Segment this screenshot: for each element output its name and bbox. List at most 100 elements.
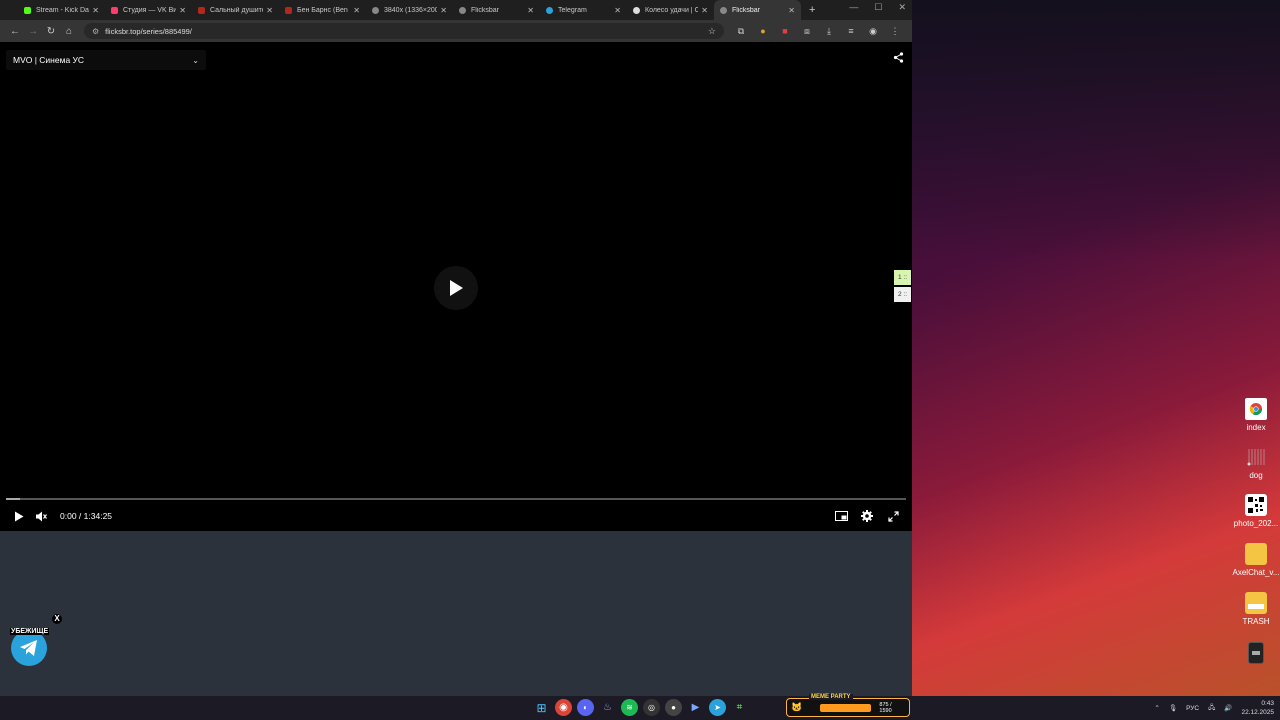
clock-time: 0:43 (1261, 700, 1274, 707)
extension-2-icon[interactable]: ■ (774, 26, 796, 36)
video-player[interactable]: MVO | Синема УС ⌄ 1 :: 2 :: 0:00 / 1:34:… (0, 42, 912, 531)
desktop-icon-archive[interactable] (1226, 642, 1280, 667)
chevron-up-icon[interactable]: ⌃ (1154, 704, 1159, 712)
desktop-icon-trash[interactable]: TRASH (1226, 592, 1280, 626)
browser-toolbar: ← → ↻ ⌂ ⚙ flicksbr.top/series/885499/ ☆ … (0, 20, 912, 42)
taskbar: ⊞ ◉ ◐ ♨ ≋ ◎ ● ▶ ➤ ⌗ MEME PARTY 🐱 875 / 1… (0, 694, 1280, 720)
globe-icon (459, 6, 466, 14)
fullscreen-button[interactable] (882, 510, 904, 522)
player-controls-right (830, 510, 904, 522)
desktop-icon-axelchat[interactable]: AxelChat_v... (1226, 543, 1280, 577)
tab-6[interactable]: Telegram ✕ (540, 0, 627, 20)
cat-icon: 🐱 (791, 702, 803, 712)
tab-8-active[interactable]: Flicksbar ✕ (714, 0, 801, 20)
tab-0[interactable]: Stream - Kick Dash✕ (18, 0, 105, 20)
picture-in-picture-icon (834, 511, 848, 521)
globe-icon (372, 6, 379, 14)
windows-start-icon[interactable]: ⊞ (533, 699, 550, 716)
folder-icon (1245, 592, 1267, 614)
close-window-icon[interactable]: ✕ (898, 2, 906, 13)
maximize-icon[interactable]: ☐ (874, 2, 882, 13)
meme-progress-bar (820, 703, 872, 712)
tab-7[interactable]: Колесо удачи | On ✕ (627, 0, 714, 20)
voiceover-select[interactable]: MVO | Синема УС ⌄ (6, 50, 206, 70)
close-tab-icon[interactable]: ✕ (440, 6, 447, 15)
side-tab-1[interactable]: 1 :: (894, 270, 911, 285)
menu-icon[interactable]: ⋮ (884, 26, 906, 37)
close-tab-icon[interactable]: ✕ (527, 6, 534, 15)
extensions-puzzle-icon[interactable]: ⧈ (796, 26, 818, 37)
window-controls: — ☐ ✕ (849, 2, 906, 13)
tab-search-icon[interactable]: ≡ (840, 26, 862, 36)
close-tab-icon[interactable]: ✕ (353, 6, 360, 15)
tab-2[interactable]: Сальный душител✕ (192, 0, 279, 20)
share-icon[interactable] (893, 52, 904, 66)
time-total: 1:34:25 (83, 511, 113, 521)
progress-bar[interactable] (6, 498, 906, 500)
site-info-icon[interactable]: ⚙ (92, 27, 99, 36)
address-bar[interactable]: ⚙ flicksbr.top/series/885499/ ☆ (84, 23, 724, 39)
volume-button[interactable] (30, 511, 52, 522)
widget-close-button[interactable]: X (52, 614, 62, 624)
close-tab-icon[interactable]: ✕ (701, 6, 708, 15)
tab-strip: Stream - Kick Dash✕ Студия — VK Видео✕ С… (0, 0, 912, 20)
settings-button[interactable] (856, 510, 878, 522)
steam-icon[interactable]: ♨ (599, 699, 616, 716)
system-tray: ⌃ 🎙 РУС 🖧 🔊 0:43 22.12.2025 (1154, 696, 1274, 720)
big-play-button[interactable] (434, 266, 478, 310)
qr-image-icon (1245, 494, 1267, 516)
close-tab-icon[interactable]: ✕ (266, 6, 273, 15)
forward-icon[interactable]: → (24, 26, 42, 37)
volume-icon[interactable]: 🔊 (1224, 704, 1232, 712)
extension-badge-icon[interactable]: ● (752, 26, 774, 36)
tab-title: Flicksbar (732, 6, 761, 14)
discord-icon[interactable]: ◐ (577, 699, 594, 716)
chrome-icon[interactable]: ◉ (555, 699, 572, 716)
close-tab-icon[interactable]: ✕ (788, 6, 795, 15)
desktop-icon-label: AxelChat_v... (1232, 568, 1280, 577)
tab-4[interactable]: 3840x (1336×2000)✕ (366, 0, 453, 20)
language-indicator[interactable]: РУС (1186, 705, 1199, 712)
obs-icon[interactable]: ◎ (643, 699, 660, 716)
telegram-icon[interactable] (11, 630, 47, 666)
meme-party-title: MEME PARTY (809, 694, 853, 700)
spotify-icon[interactable]: ≋ (621, 699, 638, 716)
vk-video-icon (111, 6, 118, 14)
desktop-icon-label: photo_202... (1233, 519, 1279, 528)
tab-title: Telegram (558, 6, 587, 14)
download-icon[interactable]: ⤓ (818, 26, 840, 37)
side-tab-2[interactable]: 2 :: (894, 287, 911, 302)
reload-icon[interactable]: ↻ (42, 26, 60, 37)
desktop-icon-index[interactable]: index (1226, 398, 1280, 432)
new-tab-button[interactable]: + (809, 4, 815, 16)
close-tab-icon[interactable]: ✕ (614, 6, 621, 15)
app-icon[interactable]: ● (665, 699, 682, 716)
desktop-icon-photo[interactable]: photo_202... (1226, 494, 1280, 528)
media-player-icon[interactable]: ▶ (687, 699, 704, 716)
time-display: 0:00 / 1:34:25 (60, 511, 112, 521)
close-tab-icon[interactable]: ✕ (179, 6, 186, 15)
github-icon (633, 6, 640, 14)
microphone-icon[interactable]: 🎙 (1169, 704, 1177, 712)
tab-3[interactable]: Бен Барнс (Ben Ba✕ (279, 0, 366, 20)
play-icon (450, 280, 463, 296)
tab-5[interactable]: Flicksbar ✕ (453, 0, 540, 20)
pip-button[interactable] (830, 510, 852, 522)
desktop-icon-dog[interactable]: dog (1226, 446, 1280, 480)
extension-icon[interactable]: ⧉ (730, 26, 752, 37)
meme-party-widget[interactable]: MEME PARTY 🐱 875 / 1590 (786, 694, 910, 717)
folder-icon (1245, 543, 1267, 565)
close-tab-icon[interactable]: ✕ (92, 6, 99, 15)
clock[interactable]: 0:43 22.12.2025 (1241, 699, 1274, 717)
network-icon[interactable]: 🖧 (1208, 703, 1215, 714)
minimize-icon[interactable]: — (849, 2, 858, 13)
telegram-taskbar-icon[interactable]: ➤ (709, 699, 726, 716)
telegram-widget[interactable]: УБЕЖИЩЕ X (10, 614, 62, 666)
bookmark-star-icon[interactable]: ☆ (708, 26, 716, 37)
back-icon[interactable]: ← (6, 26, 24, 37)
terminal-icon[interactable]: ⌗ (731, 699, 748, 716)
tab-1[interactable]: Студия — VK Видео✕ (105, 0, 192, 20)
profile-icon[interactable]: ◉ (862, 26, 884, 37)
home-icon[interactable]: ⌂ (60, 26, 78, 37)
play-button[interactable] (8, 511, 30, 522)
